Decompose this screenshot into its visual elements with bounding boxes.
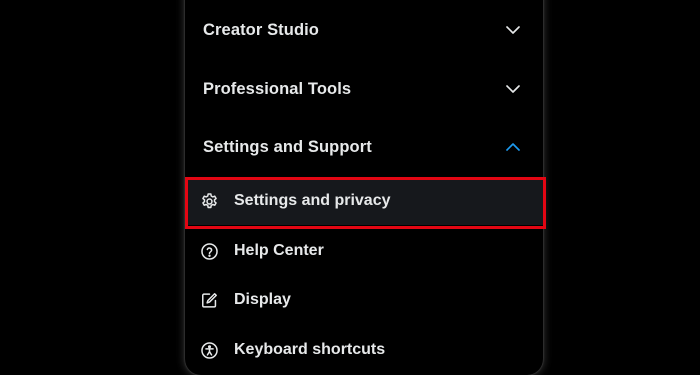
- chevron-down-icon: [503, 20, 523, 40]
- section-title: Creator Studio: [203, 20, 319, 39]
- menu-item-label: Display: [234, 291, 291, 308]
- menu-item-label: Keyboard shortcuts: [234, 341, 386, 358]
- screen: Creator Studio Professional Tools Settin…: [0, 0, 700, 375]
- help-circle-icon: [199, 241, 219, 261]
- menu-item-display[interactable]: Display: [185, 276, 543, 324]
- chevron-down-icon: [503, 79, 523, 99]
- menu-item-help-center[interactable]: Help Center: [185, 227, 543, 275]
- section-creator-studio[interactable]: Creator Studio: [185, 3, 543, 57]
- section-title: Settings and Support: [203, 137, 372, 156]
- menu-item-settings-and-privacy[interactable]: Settings and privacy: [185, 177, 543, 225]
- section-title: Professional Tools: [203, 79, 352, 98]
- menu-item-label: Help Center: [234, 242, 324, 259]
- section-professional-tools[interactable]: Professional Tools: [185, 62, 543, 116]
- chevron-up-icon: [503, 137, 523, 157]
- more-menu-panel: Creator Studio Professional Tools Settin…: [185, 0, 543, 375]
- edit-square-icon: [199, 290, 219, 310]
- accessibility-icon: [199, 340, 219, 360]
- gear-icon: [199, 191, 219, 211]
- section-settings-and-support[interactable]: Settings and Support: [185, 120, 543, 174]
- menu-item-keyboard-shortcuts[interactable]: Keyboard shortcuts: [185, 326, 543, 374]
- menu-item-label: Settings and privacy: [234, 192, 391, 209]
